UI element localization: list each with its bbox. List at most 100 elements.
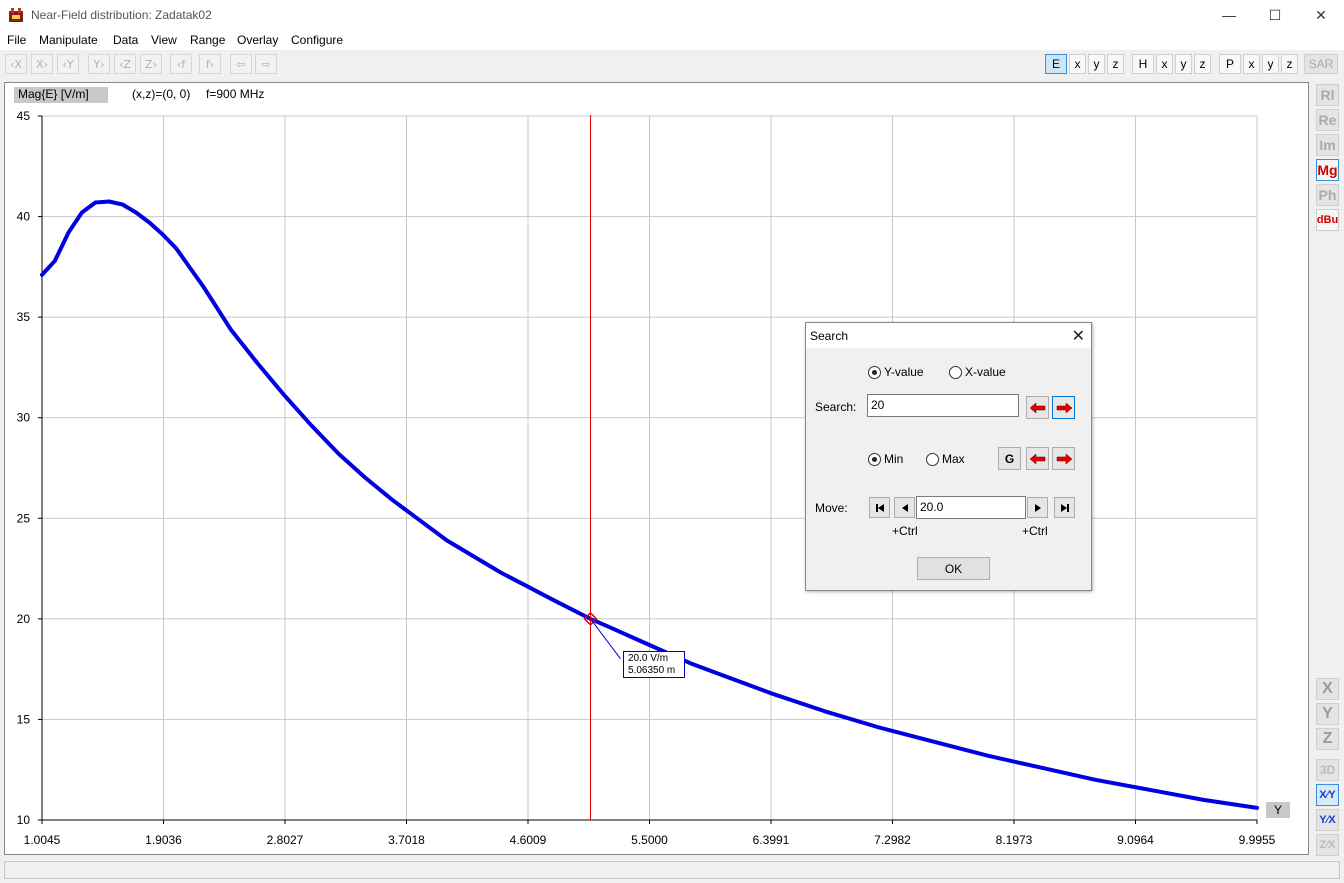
y-tick-label: 30: [17, 411, 31, 425]
prev-z-button[interactable]: ‹Z: [114, 54, 136, 74]
frequency-label: f=900 MHz: [206, 87, 265, 101]
field-ex-button[interactable]: x: [1069, 54, 1086, 74]
x-tick-label: 1.9036: [145, 833, 182, 847]
xy-plane-button[interactable]: X⁄Y: [1316, 784, 1339, 806]
cursor-tooltip-value: 20.0 V/m: [628, 653, 669, 664]
extremum-prev-button[interactable]: [1026, 447, 1049, 470]
axis-z-button[interactable]: Z: [1316, 728, 1339, 750]
maximize-button[interactable]: ☐: [1252, 0, 1298, 30]
x-tick-label: 8.1973: [996, 833, 1033, 847]
y-tick-label: 45: [17, 109, 31, 123]
chart-svg: 1.0045 1.9036 2.8027 3.7018 4.6009 5.5000 6.39…: [17, 109, 1276, 847]
goto-extremum-button[interactable]: G: [998, 447, 1021, 470]
back-arrow-button[interactable]: ⇦: [230, 54, 252, 74]
skip-first-icon: [875, 503, 884, 512]
radio-dot: [949, 365, 962, 379]
next-x-button[interactable]: X›: [31, 54, 53, 74]
menu-overlay[interactable]: Overlay: [237, 33, 278, 47]
search-label: Search:: [815, 400, 857, 414]
min-label: Min: [884, 452, 904, 466]
move-next-button[interactable]: [1027, 497, 1048, 518]
y-tick-label: 40: [17, 210, 31, 224]
menu-range[interactable]: Range: [190, 33, 225, 47]
search-input[interactable]: 20: [867, 394, 1019, 417]
cursor-group: [583, 115, 621, 820]
menu-configure[interactable]: Configure: [291, 33, 343, 47]
cursor-tooltip-position: 5.06350 m: [628, 665, 676, 676]
view-3d-button[interactable]: 3D: [1316, 759, 1339, 781]
field-ez-button[interactable]: z: [1107, 54, 1124, 74]
x-tick-label: 2.8027: [267, 833, 304, 847]
red-left-arrow-icon: [1029, 453, 1045, 464]
sar-button[interactable]: SAR: [1304, 54, 1338, 74]
extremum-next-button[interactable]: [1052, 447, 1075, 470]
axis-y-button[interactable]: Y: [1316, 703, 1339, 725]
ctrl-hint-right: +Ctrl: [1022, 524, 1048, 538]
app-icon: [9, 8, 23, 22]
field-e-button[interactable]: E: [1045, 54, 1067, 74]
x-tick-label: 7.2982: [874, 833, 911, 847]
field-p-button[interactable]: P: [1219, 54, 1241, 74]
menu-file[interactable]: File: [7, 33, 26, 47]
next-z-button[interactable]: Z›: [140, 54, 162, 74]
mag-button[interactable]: Mg: [1316, 159, 1339, 181]
mode-yvalue-radio[interactable]: Y-value: [868, 365, 924, 379]
position-label: (x,z)=(0, 0): [132, 87, 191, 101]
dbu-button[interactable]: dBu: [1316, 209, 1339, 231]
step-forward-icon: [1034, 503, 1041, 512]
move-step-input[interactable]: 20.0: [916, 496, 1026, 519]
y-tick-label: 15: [17, 712, 31, 726]
axis-x-button[interactable]: X: [1316, 678, 1339, 700]
y-tick-labels: 10 15 20 25 30 35 40 45: [17, 109, 31, 827]
field-pz-button[interactable]: z: [1281, 54, 1298, 74]
search-dialog-title: Search: [810, 329, 849, 343]
real-button[interactable]: Rl: [1316, 84, 1339, 106]
minimize-button[interactable]: —: [1206, 0, 1252, 30]
move-first-button[interactable]: [869, 497, 890, 518]
next-y-button[interactable]: Y›: [88, 54, 110, 74]
zx-plane-button[interactable]: Z⁄X: [1316, 834, 1339, 856]
x-axis-label-button[interactable]: Y: [1266, 802, 1290, 818]
field-hy-button[interactable]: y: [1175, 54, 1192, 74]
x-tick-label: 3.7018: [388, 833, 425, 847]
re-button[interactable]: Re: [1316, 109, 1339, 131]
y-tick-label: 35: [17, 310, 31, 324]
y-tick-label: 20: [17, 612, 31, 626]
max-radio[interactable]: Max: [926, 452, 965, 466]
plot-area[interactable]: 1.0045 1.9036 2.8027 3.7018 4.6009 5.5000 6.39…: [4, 82, 1309, 855]
ok-button[interactable]: OK: [917, 557, 990, 580]
search-dialog-close-icon[interactable]: ✕: [1072, 326, 1085, 346]
search-dialog: Search ✕ Y-value X-value Search: 20 Min …: [805, 322, 1092, 591]
prev-y-button[interactable]: ‹Y: [57, 54, 79, 74]
mode-xvalue-radio[interactable]: X-value: [949, 365, 1006, 379]
im-button[interactable]: Im: [1316, 134, 1339, 156]
yx-plane-button[interactable]: Y⁄X: [1316, 809, 1339, 831]
next-f-button[interactable]: f›: [199, 54, 221, 74]
field-hz-button[interactable]: z: [1194, 54, 1211, 74]
prev-f-button[interactable]: ‹f: [170, 54, 192, 74]
move-last-button[interactable]: [1054, 497, 1075, 518]
search-dialog-titlebar: Search ✕: [806, 323, 1091, 348]
mode-xvalue-label: X-value: [965, 365, 1006, 379]
forward-arrow-button[interactable]: ⇨: [255, 54, 277, 74]
prev-x-button[interactable]: ‹X: [5, 54, 27, 74]
close-button[interactable]: ✕: [1298, 0, 1344, 30]
field-hx-button[interactable]: x: [1156, 54, 1173, 74]
menu-manipulate[interactable]: Manipulate: [39, 33, 98, 47]
max-label: Max: [942, 452, 965, 466]
x-tick-label: 6.3991: [753, 833, 790, 847]
field-ey-button[interactable]: y: [1088, 54, 1105, 74]
field-py-button[interactable]: y: [1262, 54, 1279, 74]
move-prev-button[interactable]: [894, 497, 915, 518]
menu-data[interactable]: Data: [113, 33, 138, 47]
phase-button[interactable]: Ph: [1316, 184, 1339, 206]
search-next-button[interactable]: [1052, 396, 1075, 419]
x-tick-label: 5.5000: [631, 833, 668, 847]
quantity-label: Mag{E} [V/m]: [14, 87, 108, 103]
field-h-button[interactable]: H: [1132, 54, 1154, 74]
search-prev-button[interactable]: [1026, 396, 1049, 419]
field-px-button[interactable]: x: [1243, 54, 1260, 74]
min-radio[interactable]: Min: [868, 452, 903, 466]
menu-view[interactable]: View: [151, 33, 177, 47]
cursor-tooltip: 20.0 V/m 5.06350 m: [623, 651, 685, 678]
